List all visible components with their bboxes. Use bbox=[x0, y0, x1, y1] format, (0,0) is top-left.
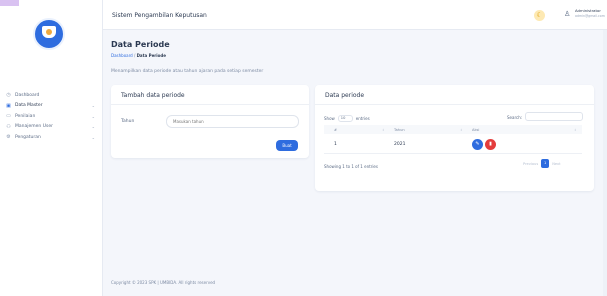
scroll-edge bbox=[603, 30, 607, 296]
show-label: Show bbox=[324, 116, 335, 121]
entries-label: entries bbox=[355, 116, 370, 121]
sidebar-item-penilaian[interactable]: ▭ Penilaian ⌄ bbox=[0, 111, 103, 122]
column-header-tahun[interactable]: Tahun bbox=[394, 128, 405, 132]
column-label: # bbox=[334, 127, 338, 132]
user-name[interactable]: Administrator bbox=[575, 8, 601, 13]
breadcrumb-current: Data Periode bbox=[136, 53, 166, 58]
app-title: Sistem Pengambilan Keputusan bbox=[112, 12, 207, 19]
table-row: 1 2021 ✎ ▮ bbox=[324, 136, 582, 154]
sort-icon: ↕ bbox=[382, 127, 385, 132]
app-logo[interactable] bbox=[33, 18, 65, 50]
topbar: Sistem Pengambilan Keputusan ☾ ♙ Adminis… bbox=[103, 0, 607, 30]
clipboard-icon: ▭ bbox=[6, 113, 11, 120]
sort-icon: ↕ bbox=[460, 127, 463, 132]
chevron-down-icon: ⌄ bbox=[91, 134, 95, 140]
table-header: # ↕ Tahun ↕ Aksi ↕ bbox=[324, 125, 582, 134]
theme-toggle-button[interactable]: ☾ bbox=[534, 10, 545, 21]
database-icon: ▣ bbox=[6, 102, 11, 109]
cell-no: 1 bbox=[334, 142, 337, 147]
sidebar-item-label: Dashboard bbox=[15, 92, 40, 98]
chevron-down-icon: ⌄ bbox=[91, 124, 95, 130]
chevron-down-icon: ⌄ bbox=[91, 113, 95, 119]
column-header-no[interactable]: # bbox=[334, 128, 337, 132]
sidebar-item-pengaturan[interactable]: ⚙ Pengaturan ⌄ bbox=[0, 132, 103, 143]
tahun-input[interactable] bbox=[166, 115, 299, 128]
search-label: Search: bbox=[507, 115, 523, 120]
breadcrumb: Dashboard / Data Periode bbox=[111, 53, 166, 58]
breadcrumb-dashboard-link[interactable]: Dashboard bbox=[111, 53, 133, 58]
chevron-down-icon: ⌄ bbox=[91, 103, 95, 109]
sidebar-item-label: Pengaturan bbox=[15, 134, 41, 140]
next-page-button[interactable]: Next bbox=[552, 162, 560, 166]
previous-page-button[interactable]: Previous bbox=[523, 162, 538, 166]
column-label: Aksi bbox=[472, 127, 480, 132]
dashboard-icon: ◷ bbox=[6, 92, 11, 99]
period-table-card: Data periode Show 10 entries Search: # ↕… bbox=[315, 85, 594, 191]
card-title: Tambah data periode bbox=[121, 92, 185, 99]
sidebar-item-manajemen-user[interactable]: ⚇ Manajemen User ⌄ bbox=[0, 122, 103, 133]
card-header: Tambah data periode bbox=[111, 85, 309, 105]
entries-select[interactable]: 10 bbox=[337, 115, 353, 122]
sidebar-item-label: Penilaian bbox=[15, 113, 36, 119]
sidebar: ◷ Dashboard ▣ Data Master ⌄ ▭ Penilaian … bbox=[0, 0, 103, 296]
column-label: Tahun bbox=[394, 127, 405, 132]
footer-copyright: Copyright © 2023 SPK | UMBIDA. All right… bbox=[111, 280, 216, 285]
search-input[interactable] bbox=[525, 112, 583, 121]
sidebar-item-label: Manajemen User bbox=[15, 124, 53, 130]
card-header: Data periode bbox=[315, 85, 594, 105]
pencil-icon: ✎ bbox=[475, 141, 480, 147]
page-subtitle: Menampilkan data periode atau tahun ajar… bbox=[111, 69, 264, 74]
user-email: admin@gmail.com bbox=[575, 14, 605, 18]
sidebar-accent bbox=[0, 0, 19, 6]
column-header-aksi[interactable]: Aksi bbox=[472, 128, 479, 132]
pagination: Previous 1 Next bbox=[523, 159, 561, 168]
page-title: Data Periode bbox=[111, 40, 170, 49]
gear-icon: ⚙ bbox=[6, 134, 11, 141]
users-icon: ⚇ bbox=[6, 123, 11, 130]
sun-icon: ☾ bbox=[536, 11, 543, 19]
table-info: Showing 1 to 1 of 1 entries bbox=[324, 164, 378, 169]
user-icon[interactable]: ♙ bbox=[564, 10, 570, 18]
create-button[interactable]: Buat bbox=[276, 140, 298, 151]
entries-length: Show 10 entries bbox=[324, 115, 370, 122]
logo-flame-shape bbox=[46, 29, 52, 35]
page-1-button[interactable]: 1 bbox=[541, 159, 550, 168]
add-period-card: Tambah data periode Tahun Buat bbox=[111, 85, 309, 158]
sidebar-item-label: Data Master bbox=[15, 103, 43, 109]
delete-button[interactable]: ▮ bbox=[485, 139, 496, 150]
sidebar-item-data-master[interactable]: ▣ Data Master ⌄ bbox=[0, 101, 103, 112]
card-title: Data periode bbox=[325, 92, 365, 99]
trash-icon: ▮ bbox=[489, 141, 492, 147]
sidebar-menu: ◷ Dashboard ▣ Data Master ⌄ ▭ Penilaian … bbox=[0, 90, 103, 143]
sort-icon: ↕ bbox=[574, 127, 577, 132]
cell-tahun: 2021 bbox=[394, 142, 406, 147]
tahun-label: Tahun bbox=[121, 119, 135, 124]
edit-button[interactable]: ✎ bbox=[472, 139, 483, 150]
sidebar-item-dashboard[interactable]: ◷ Dashboard bbox=[0, 90, 103, 101]
